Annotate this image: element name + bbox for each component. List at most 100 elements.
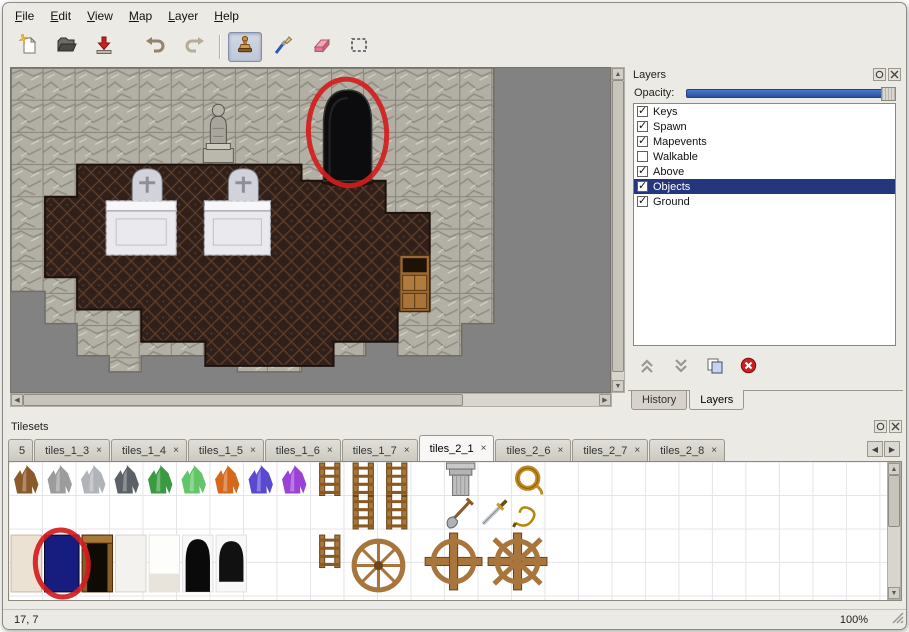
scroll-track[interactable] (23, 394, 599, 406)
tileset-tab[interactable]: tiles_1_3 × (34, 439, 110, 461)
tab-layers[interactable]: Layers (689, 390, 744, 410)
tab-close-icon[interactable]: × (711, 446, 717, 456)
tileset-vertical-scrollbar[interactable]: ▲ ▼ (887, 462, 901, 600)
map-horizontal-scrollbar[interactable]: ◀ ▶ (10, 393, 612, 407)
wagon-wheel-tile (354, 541, 403, 590)
layer-checkbox[interactable] (637, 121, 648, 132)
tab-close-icon[interactable]: × (96, 446, 102, 456)
tileset-tab[interactable]: tiles_1_5 × (188, 439, 264, 461)
opacity-slider-handle[interactable] (881, 87, 896, 101)
brush-icon (272, 34, 294, 61)
tileset-tab[interactable]: tiles_2_6× (495, 439, 571, 461)
layer-row[interactable]: Walkable (634, 149, 895, 164)
layer-row-selected[interactable]: Objects (634, 179, 895, 194)
delete-layer-icon[interactable] (740, 357, 757, 379)
menu-file[interactable]: File (7, 6, 42, 26)
select-tool-button[interactable] (342, 32, 376, 62)
tab-close-icon[interactable]: × (558, 446, 564, 456)
app-window: File Edit View Map Layer Help (2, 2, 907, 630)
layer-toolbar (638, 357, 757, 379)
tileset-tab[interactable]: tiles_1_4 × (111, 439, 187, 461)
zoom-level: 100% (840, 614, 868, 626)
tileset-tab-label: tiles_1_6 (276, 445, 320, 457)
scroll-left-icon[interactable]: ◀ (11, 394, 23, 406)
map-vertical-scrollbar[interactable]: ▲ ▼ (611, 67, 625, 393)
scroll-down-icon[interactable]: ▼ (888, 587, 900, 599)
tileset-tab-active[interactable]: tiles_2_1× (419, 435, 495, 461)
layer-row[interactable]: Above (634, 164, 895, 179)
tilesets-panel: Tilesets 5 tiles_1_3× tiles_1_4× tiles_1… (6, 419, 904, 609)
layers-panel: Layers Opacity: Keys Spawn Mapevent (628, 67, 903, 413)
layer-checkbox[interactable] (637, 106, 648, 117)
open-folder-icon (55, 34, 77, 61)
map-canvas[interactable] (10, 67, 611, 393)
close-panel-icon[interactable] (888, 68, 901, 81)
menubar: File Edit View Map Layer Help (7, 5, 247, 27)
open-map-button[interactable] (49, 32, 83, 62)
tab-history[interactable]: History (631, 391, 687, 410)
scroll-thumb[interactable] (612, 80, 624, 372)
brush-tool-button[interactable] (266, 32, 300, 62)
float-panel-icon[interactable] (873, 68, 886, 81)
tileset-tab[interactable]: tiles_1_7× (342, 439, 418, 461)
tileset-tab[interactable]: tiles_2_8× (649, 439, 725, 461)
menu-map[interactable]: Map (121, 6, 160, 26)
layer-label: Mapevents (653, 136, 707, 148)
menu-edit[interactable]: Edit (42, 6, 79, 26)
tileset-tabbar: 5 tiles_1_3 × tiles_1_4 × tiles_1_5 × tiles… (8, 432, 864, 461)
undo-button[interactable] (139, 32, 173, 62)
tab-close-icon[interactable]: × (327, 446, 333, 456)
layer-checkbox[interactable] (637, 136, 648, 147)
layer-row[interactable]: Ground (634, 194, 895, 209)
layer-checkbox[interactable] (637, 181, 648, 192)
layers-panel-tabs: History Layers (628, 390, 903, 413)
duplicate-layer-icon[interactable] (706, 358, 724, 379)
tab-close-icon[interactable]: × (173, 446, 179, 456)
move-layer-down-icon[interactable] (672, 358, 690, 379)
layer-checkbox[interactable] (637, 151, 648, 162)
tab-scroll-arrows: ◀ ▶ (867, 441, 900, 457)
layer-checkbox[interactable] (637, 166, 648, 177)
scroll-thumb[interactable] (888, 475, 900, 527)
tab-close-icon[interactable]: × (481, 444, 487, 454)
scroll-up-icon[interactable]: ▲ (612, 68, 624, 80)
tileset-tab-label: tiles_1_3 (45, 445, 89, 457)
stamp-tool-button[interactable] (228, 32, 262, 62)
redo-button[interactable] (177, 32, 211, 62)
layer-checkbox[interactable] (637, 196, 648, 207)
tileset-tab[interactable]: tiles_1_6 × (265, 439, 341, 461)
tileset-tab[interactable]: tiles_2_7× (572, 439, 648, 461)
layer-row[interactable]: Spawn (634, 119, 895, 134)
tab-close-icon[interactable]: × (404, 446, 410, 456)
tab-scroll-right-icon[interactable]: ▶ (884, 441, 900, 457)
scroll-right-icon[interactable]: ▶ (599, 394, 611, 406)
float-panel-icon[interactable] (874, 420, 887, 433)
new-map-button[interactable] (11, 32, 45, 62)
eraser-tool-button[interactable] (304, 32, 338, 62)
tab-scroll-left-icon[interactable]: ◀ (867, 441, 883, 457)
opacity-slider[interactable] (686, 89, 896, 98)
tileset-tab-label: tiles_1_5 (199, 445, 243, 457)
layer-label: Objects (653, 181, 690, 193)
scroll-thumb[interactable] (23, 394, 463, 406)
layer-row[interactable]: Keys (634, 104, 895, 119)
menu-layer[interactable]: Layer (160, 6, 206, 26)
tileset-content[interactable]: ▲ ▼ (8, 461, 902, 601)
tileset-tab[interactable]: 5 (8, 439, 33, 461)
scroll-down-icon[interactable]: ▼ (612, 380, 624, 392)
resize-grip[interactable] (891, 611, 904, 627)
close-panel-icon[interactable] (889, 420, 902, 433)
tab-close-icon[interactable]: × (634, 446, 640, 456)
eraser-icon (310, 34, 332, 61)
scroll-track[interactable] (612, 80, 624, 380)
save-map-button[interactable] (87, 32, 121, 62)
scroll-up-icon[interactable]: ▲ (888, 463, 900, 475)
menu-help[interactable]: Help (206, 6, 247, 26)
tileset-tab-label: tiles_1_4 (122, 445, 166, 457)
move-layer-up-icon[interactable] (638, 358, 656, 379)
tileset-art-svg (9, 462, 887, 600)
layer-row[interactable]: Mapevents (634, 134, 895, 149)
menu-view[interactable]: View (79, 6, 121, 26)
scroll-track[interactable] (888, 475, 900, 587)
tab-close-icon[interactable]: × (250, 446, 256, 456)
